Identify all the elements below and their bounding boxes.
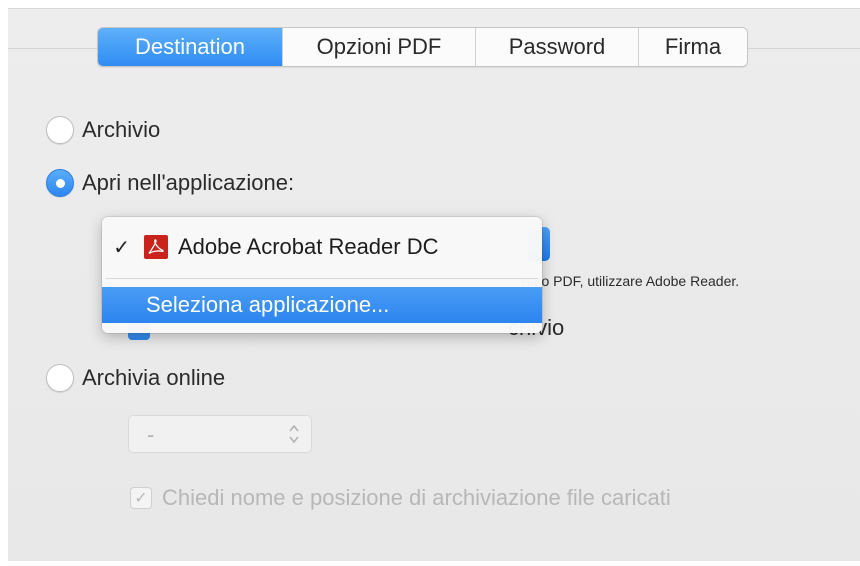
updown-arrows-icon bbox=[289, 424, 299, 444]
ask-upload-location-label: Chiedi nome e posizione di archiviazione… bbox=[162, 485, 671, 510]
online-service-value: - bbox=[147, 422, 155, 447]
tab-firma[interactable]: Firma bbox=[639, 28, 747, 66]
menu-item-seleziona-applicazione[interactable]: Seleziona applicazione... bbox=[102, 287, 542, 323]
option-archivia-online[interactable]: Archivia online bbox=[46, 364, 225, 392]
tab-destination[interactable]: Destination bbox=[98, 28, 283, 66]
checkmark-icon: ✓ bbox=[113, 236, 130, 259]
menu-item-acrobat[interactable]: ✓ Adobe Acrobat Reader DC bbox=[102, 225, 542, 269]
option-apri-applicazione[interactable]: Apri nell'applicazione: bbox=[46, 169, 294, 197]
option-archivio[interactable]: Archivio bbox=[46, 116, 160, 144]
menu-item-acrobat-label: Adobe Acrobat Reader DC bbox=[178, 234, 439, 259]
online-service-popup: - bbox=[128, 415, 312, 453]
tab-opzioni-pdf[interactable]: Opzioni PDF bbox=[283, 28, 476, 66]
seleziona-applicazione-label: Seleziona applicazione... bbox=[146, 292, 390, 317]
pdf-icon bbox=[144, 235, 168, 259]
hint-text: nato PDF, utilizzare Adobe Reader. bbox=[522, 273, 740, 289]
ask-upload-location-checkbox: ✓ bbox=[130, 487, 152, 509]
archivia-online-radio[interactable] bbox=[46, 364, 74, 392]
archivio-radio[interactable] bbox=[46, 116, 74, 144]
apri-radio[interactable] bbox=[46, 169, 74, 197]
archivia-online-label: Archivia online bbox=[82, 365, 226, 390]
print-dialog-panel: Destination Opzioni PDF Password Firma A… bbox=[8, 8, 860, 561]
apri-label: Apri nell'applicazione: bbox=[82, 170, 295, 195]
menu-separator bbox=[106, 278, 538, 279]
app-popup-menu: ✓ Adobe Acrobat Reader DC Seleziona appl… bbox=[102, 217, 542, 333]
archivio-label: Archivio bbox=[82, 117, 161, 142]
tab-password[interactable]: Password bbox=[476, 28, 639, 66]
tab-bar: Destination Opzioni PDF Password Firma bbox=[97, 27, 748, 67]
